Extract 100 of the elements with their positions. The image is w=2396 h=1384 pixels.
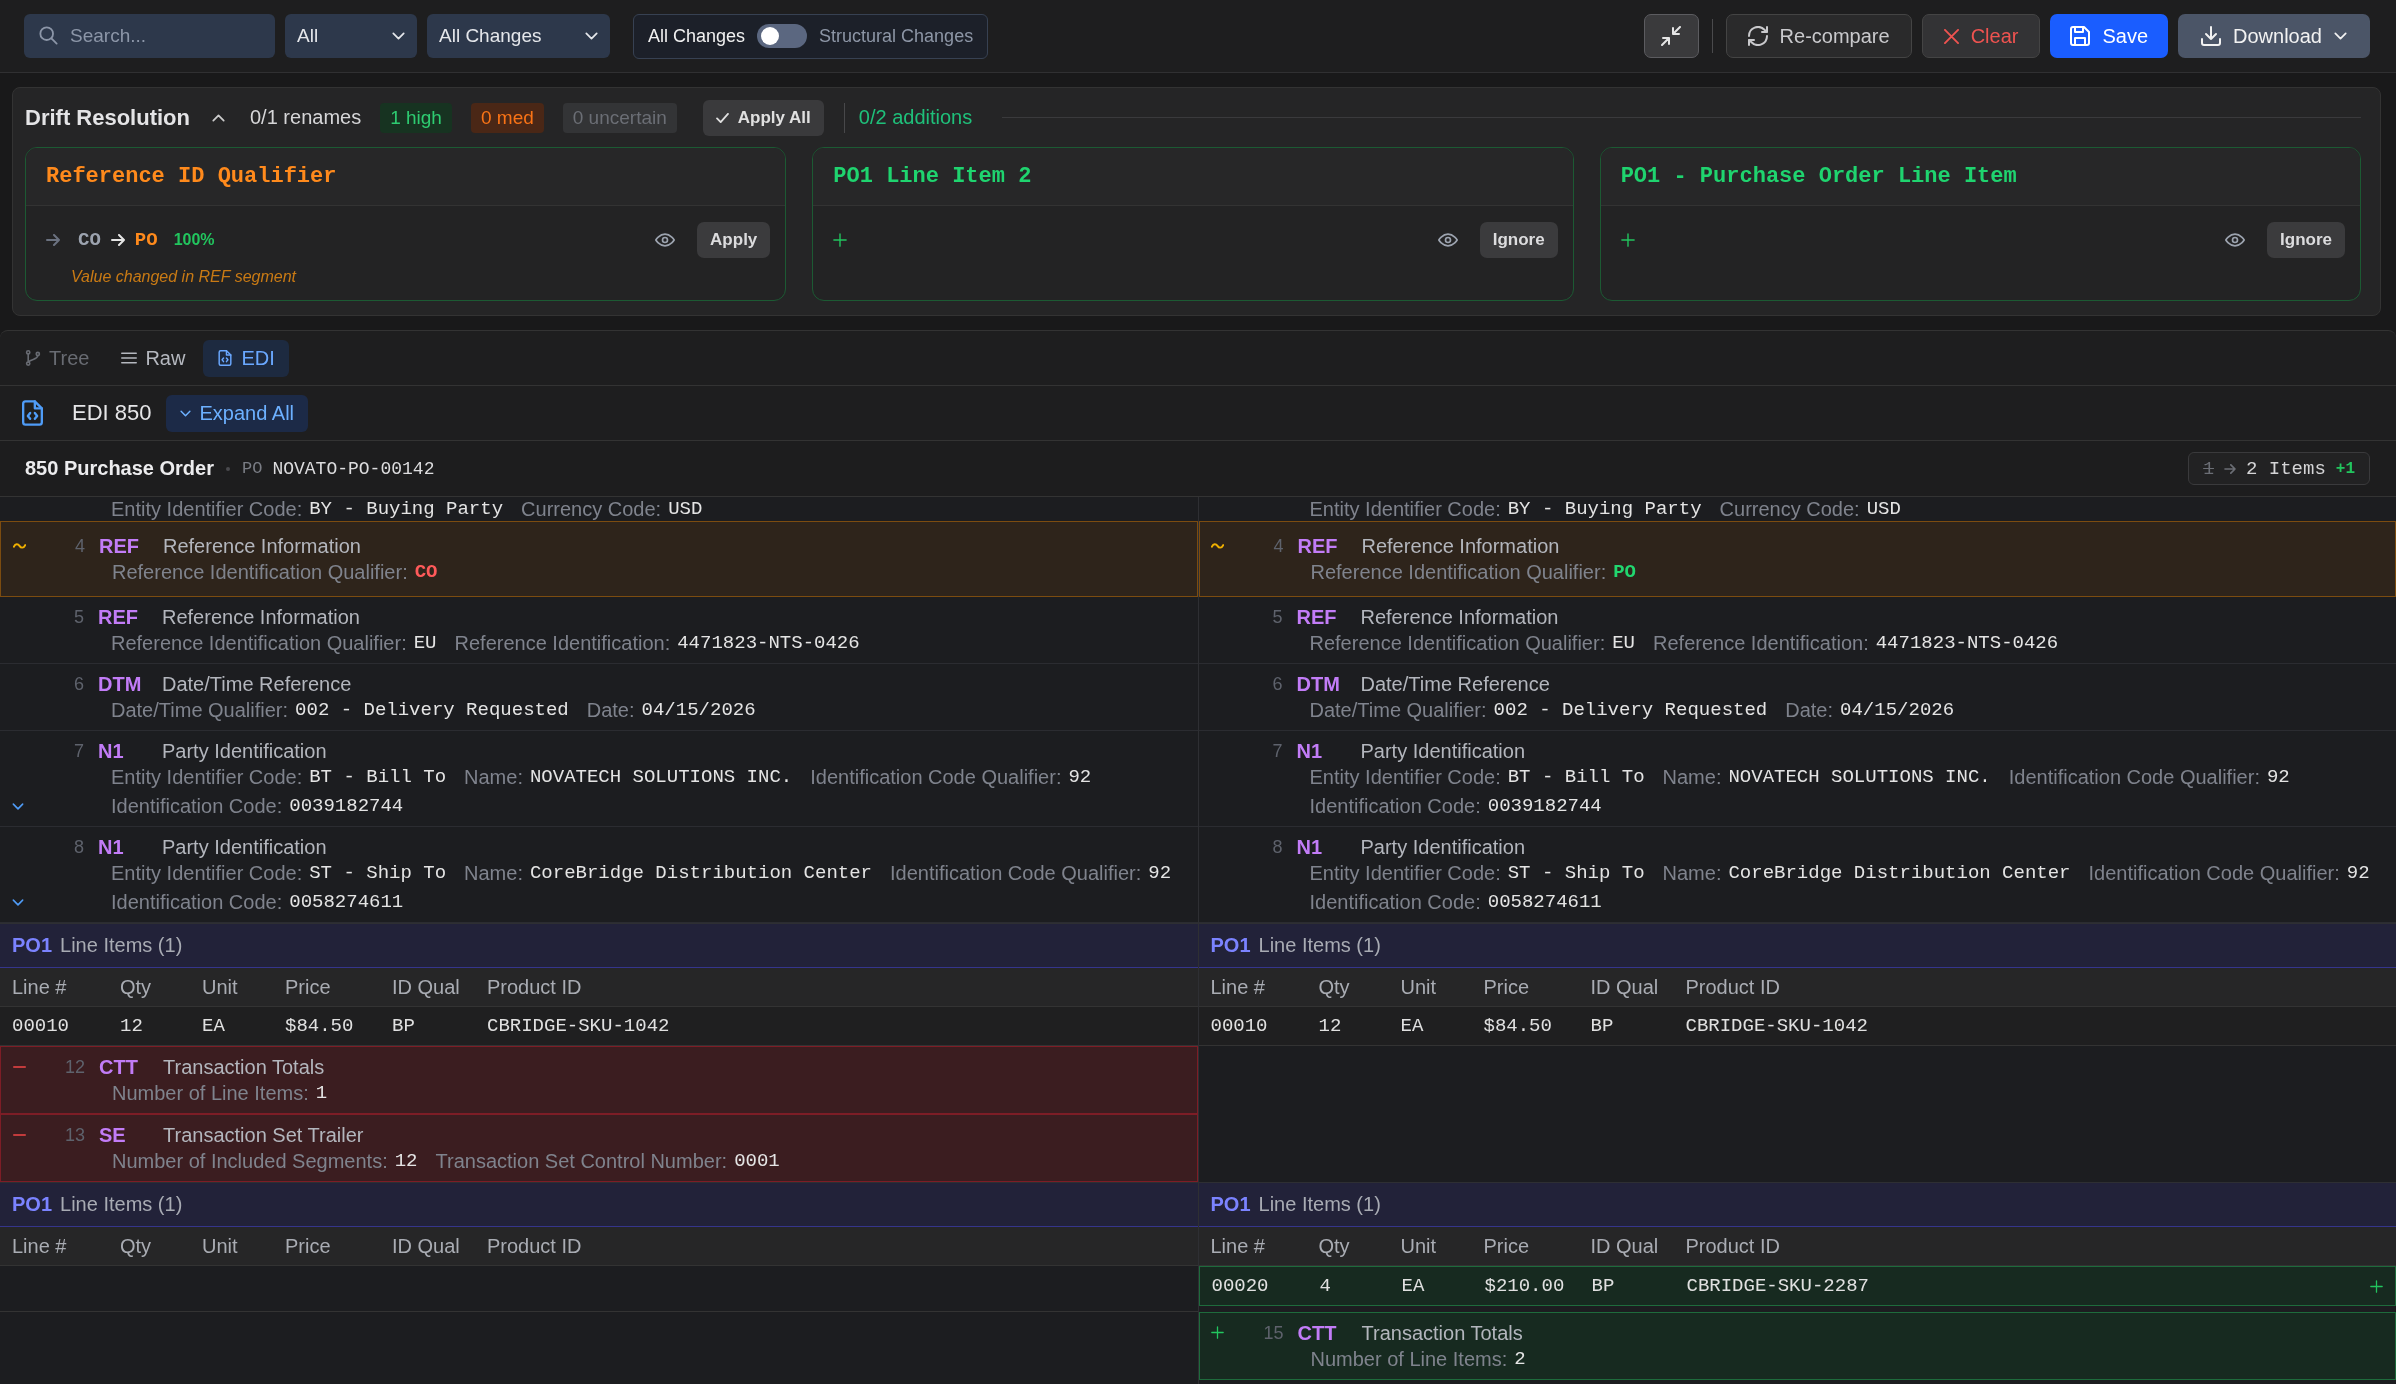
- eye-icon[interactable]: [655, 233, 676, 247]
- chevron-up-icon[interactable]: [212, 113, 225, 122]
- column-header: Price: [285, 1234, 332, 1258]
- plus-icon: [2370, 1279, 2383, 1293]
- column-header: Unit: [1400, 1234, 1438, 1258]
- field-value: 92: [2266, 766, 2290, 788]
- chevron-down-icon: [179, 409, 191, 417]
- mode-label: Structural Changes: [819, 25, 974, 47]
- plus-icon: [833, 233, 848, 247]
- chevron-down-icon[interactable]: [12, 803, 24, 810]
- segment-name: Reference Information: [1360, 605, 1559, 629]
- segment-name: Transaction Totals: [1361, 1321, 1523, 1345]
- line-number: 5: [1271, 606, 1283, 628]
- segment-id: REF: [99, 534, 140, 558]
- download-button[interactable]: Download: [2178, 14, 2370, 58]
- arrow-right-icon: [46, 234, 60, 246]
- plus-icon: [1211, 1326, 1224, 1339]
- segment-id: N1: [1296, 739, 1324, 763]
- field-value: 12: [394, 1150, 418, 1172]
- tilde-icon: [12, 542, 26, 549]
- apply-all-button[interactable]: Apply All: [702, 99, 824, 136]
- field-label: Name:: [464, 861, 523, 885]
- field-label: Date:: [1785, 698, 1834, 722]
- filter-dropdown[interactable]: All: [285, 14, 417, 58]
- document-title: EDI 850: [72, 400, 152, 426]
- old-value: CO: [78, 229, 101, 251]
- field-label: Identification Code Qualifier:: [890, 861, 1142, 885]
- field-value: PO: [1613, 561, 1637, 583]
- line-number: 8: [73, 836, 84, 858]
- eye-icon[interactable]: [1437, 233, 1458, 247]
- dot-icon: [226, 466, 230, 471]
- line-number: 4: [74, 535, 85, 557]
- field-label: Identification Code Qualifier:: [2088, 861, 2340, 885]
- field-label: Entity Identifier Code:: [1309, 765, 1501, 789]
- field-label: Currency Code:: [521, 497, 662, 521]
- column-header: ID Qual: [1590, 975, 1660, 999]
- segment-name: Date/Time Reference: [1360, 672, 1550, 696]
- card-action-button[interactable]: Ignore: [2267, 222, 2345, 258]
- field-value: 0039182744: [1487, 795, 1602, 817]
- field-label: Number of Line Items:: [112, 1081, 309, 1105]
- high-confidence-badge: 1 high: [380, 102, 452, 133]
- segment-id: REF: [98, 605, 139, 629]
- clear-button[interactable]: Clear: [1921, 14, 2041, 58]
- filter-dropdown[interactable]: All Changes: [427, 14, 610, 58]
- recompare-button[interactable]: Re-compare: [1725, 14, 1912, 58]
- field-value: CoreBridge Distribution Center: [1728, 862, 2071, 884]
- column-header: ID Qual: [1590, 1234, 1660, 1258]
- column-header: Line #: [1210, 975, 1266, 999]
- collapse-button[interactable]: [1643, 14, 1699, 58]
- field-label: Reference Identification Qualifier:: [111, 631, 407, 655]
- segment-id: DTM: [98, 672, 143, 696]
- confidence-score: 100%: [173, 231, 215, 249]
- branch-icon: [25, 350, 41, 366]
- column-header: Line #: [12, 975, 68, 999]
- card-action-button[interactable]: Apply: [697, 222, 771, 258]
- field-value: 002 - Delivery Requested: [295, 699, 569, 721]
- field-label: Reference Identification:: [1653, 631, 1869, 655]
- table-cell-text: EA: [202, 1015, 226, 1037]
- close-icon: [1943, 28, 1959, 44]
- field-label: Reference Identification Qualifier:: [1310, 560, 1607, 584]
- item-count: 2 Items: [2245, 457, 2326, 480]
- segment-name: Reference Information: [1361, 534, 1560, 558]
- field-value: BT - Bill To: [309, 766, 447, 788]
- table-cell-text: $84.50: [285, 1015, 355, 1037]
- field-label: Date/Time Qualifier:: [111, 698, 289, 722]
- table-cell-text: 12: [1318, 1015, 1343, 1037]
- segment-name: Transaction Totals: [163, 1055, 325, 1079]
- column-header: Qty: [1318, 975, 1351, 999]
- chevron-down-icon: [392, 32, 405, 40]
- save-button[interactable]: Save: [2050, 14, 2169, 58]
- column-header: Line #: [1210, 1234, 1266, 1258]
- segment-id: PO1: [12, 1193, 53, 1216]
- card-action-button[interactable]: Ignore: [1479, 222, 1558, 258]
- segment-id: N1: [98, 739, 125, 763]
- segment-name: Reference Information: [162, 605, 360, 629]
- line-number: 7: [73, 740, 84, 762]
- toggle-switch[interactable]: [757, 24, 808, 48]
- download-icon: [2201, 26, 2222, 46]
- field-value: ST - Ship To: [309, 862, 447, 884]
- view-tab[interactable]: Raw: [107, 339, 200, 377]
- view-tab[interactable]: EDI: [203, 339, 289, 377]
- eye-icon[interactable]: [2225, 233, 2246, 247]
- chevron-down-icon[interactable]: [12, 899, 24, 906]
- field-label: Date/Time Qualifier:: [1309, 698, 1487, 722]
- column-header: Price: [1483, 975, 1531, 999]
- card-title: PO1 Line Item 2: [833, 164, 1032, 189]
- field-value: EU: [1612, 632, 1636, 654]
- segment-id: CTT: [99, 1055, 139, 1079]
- column-header: Product ID: [1685, 975, 1781, 999]
- table-cell-text: 4: [1319, 1275, 1332, 1297]
- expand-all-button[interactable]: Expand All: [165, 394, 308, 432]
- field-value: USD: [668, 498, 703, 520]
- search-field[interactable]: Search...: [24, 14, 275, 58]
- column-header: Qty: [120, 975, 153, 999]
- field-value: NOVATECH SOLUTIONS INC.: [529, 766, 793, 788]
- segment-id: N1: [1296, 835, 1324, 859]
- field-value: 1: [315, 1082, 328, 1104]
- column-header: Unit: [1400, 975, 1438, 999]
- table-cell-text: EA: [1400, 1015, 1425, 1037]
- field-label: Currency Code:: [1719, 497, 1860, 521]
